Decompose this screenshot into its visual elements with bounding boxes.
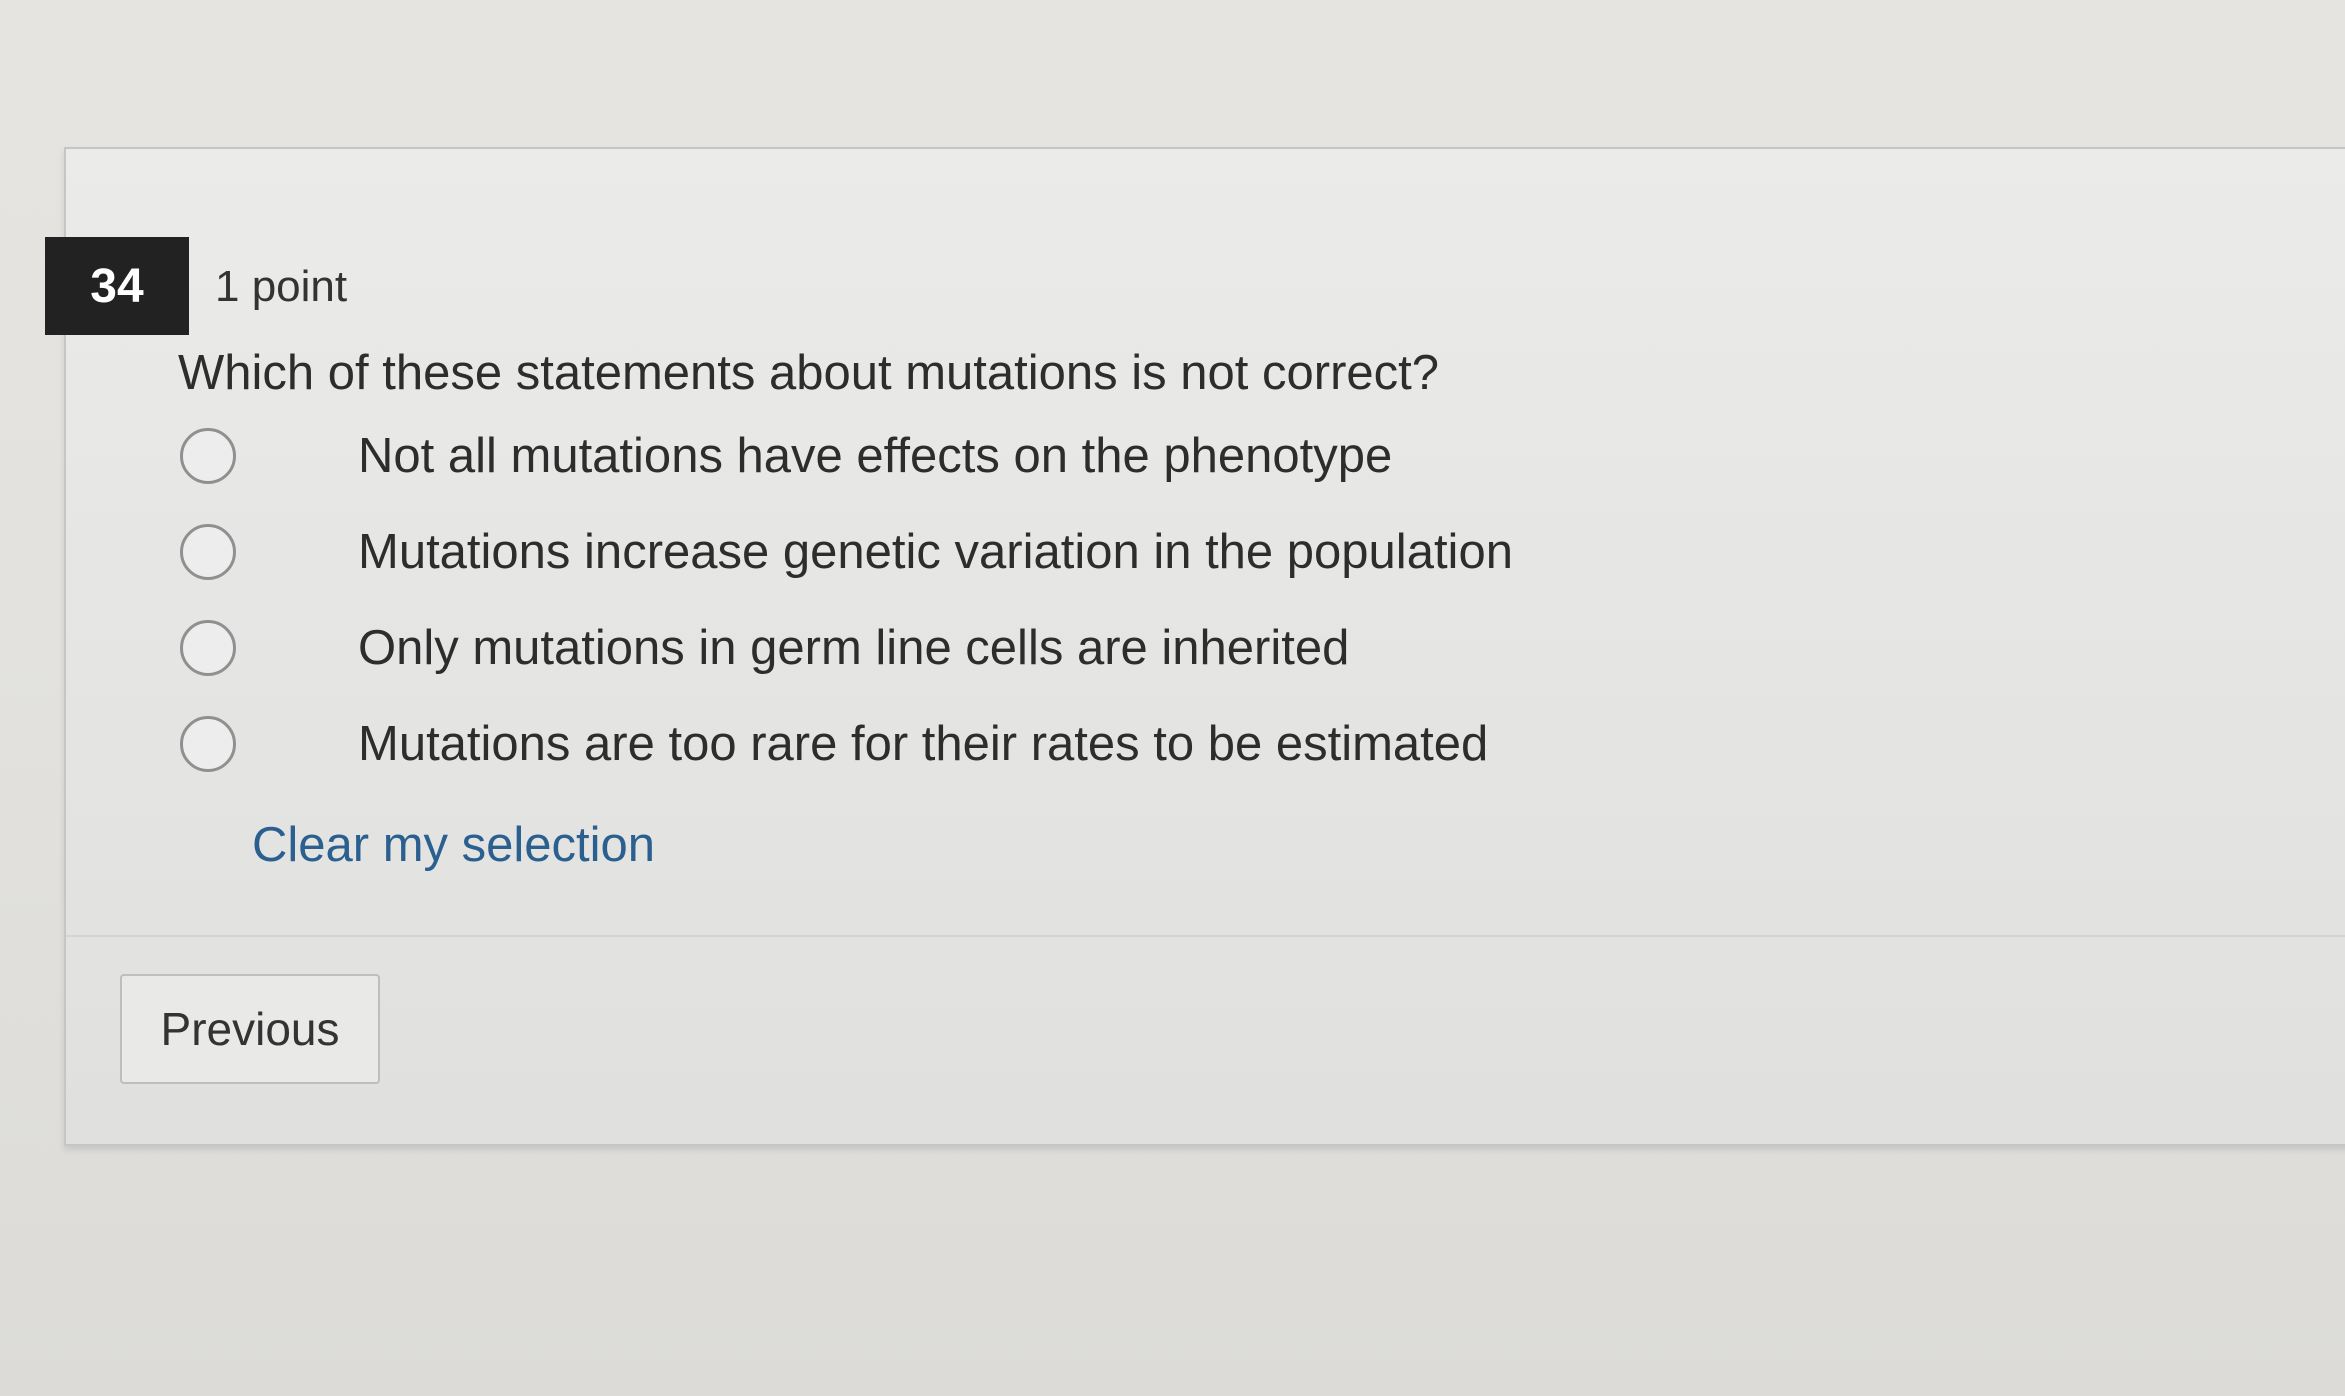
question-text: Which of these statements about mutation…	[178, 346, 1440, 400]
answer-option-3[interactable]: Only mutations in germ line cells are in…	[180, 615, 1480, 681]
previous-button[interactable]: Previous	[120, 974, 380, 1084]
radio-button[interactable]	[180, 716, 236, 772]
answer-option-label: Mutations increase genetic variation in …	[358, 525, 1513, 579]
divider	[66, 935, 2345, 937]
question-number-badge: 34	[45, 237, 189, 335]
answer-option-2[interactable]: Mutations increase genetic variation in …	[180, 519, 1513, 585]
radio-button[interactable]	[180, 428, 236, 484]
clear-selection-link[interactable]: Clear my selection	[252, 817, 655, 873]
answer-option-1[interactable]: Not all mutations have effects on the ph…	[180, 423, 1480, 489]
radio-button[interactable]	[180, 524, 236, 580]
answer-option-label: Not all mutations have effects on the ph…	[358, 429, 1393, 483]
radio-button[interactable]	[180, 620, 236, 676]
answer-option-4[interactable]: Mutations are too rare for their rates t…	[180, 711, 1488, 777]
answer-option-label: Only mutations in germ line cells are in…	[358, 621, 1350, 675]
answer-option-label: Mutations are too rare for their rates t…	[358, 717, 1489, 771]
question-points: 1 point	[215, 262, 348, 311]
